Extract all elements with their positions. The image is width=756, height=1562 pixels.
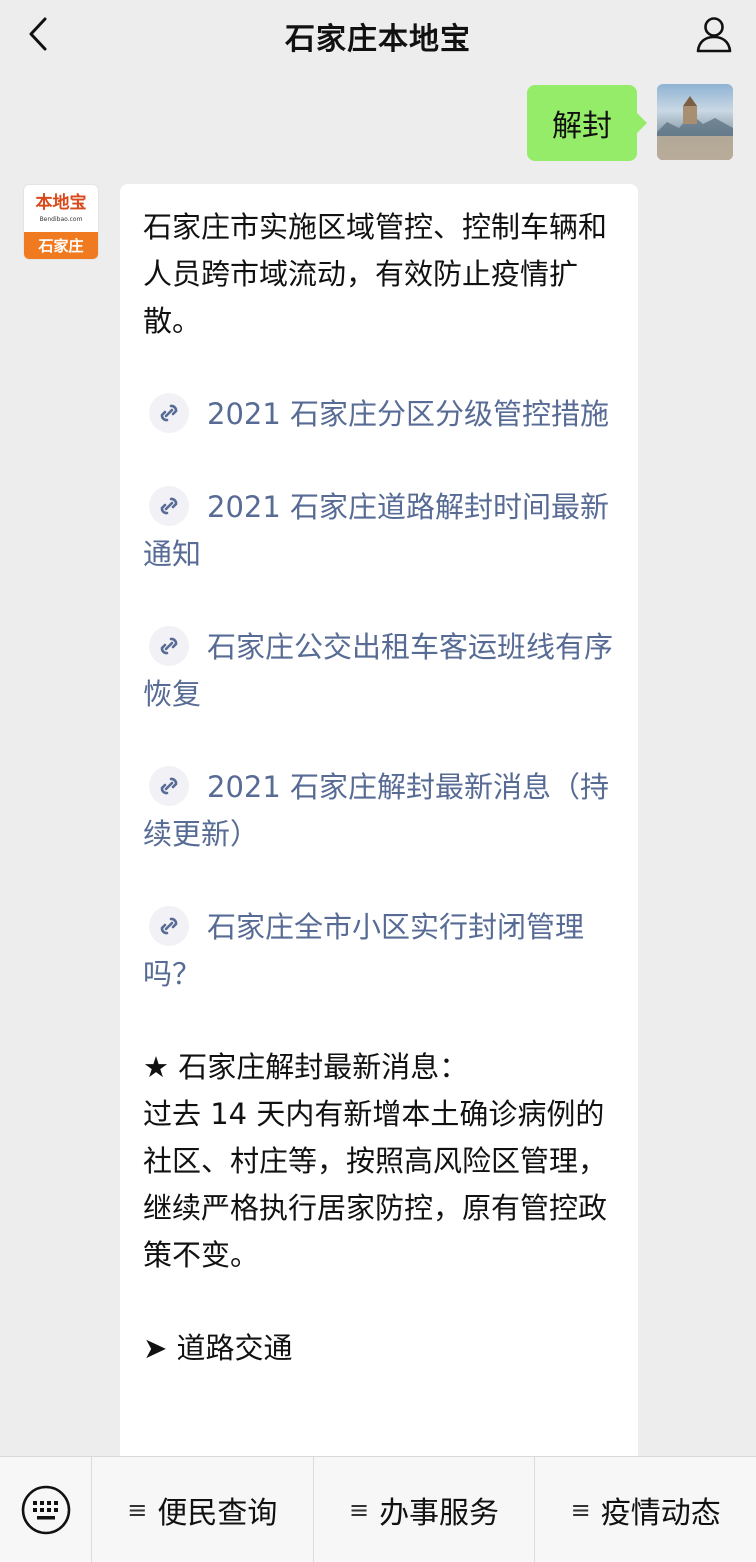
landscape-photo-icon <box>657 96 733 160</box>
menu-item-services[interactable]: ≡ 办事服务 <box>314 1456 536 1562</box>
my-message-bubble[interactable]: 解封 <box>527 85 647 161</box>
mini-program-link-icon <box>149 626 189 666</box>
news-heading: ★ 石家庄解封最新消息： <box>143 1050 469 1084</box>
article-link[interactable]: 石家庄公交出租车客运班线有序恢复 <box>143 624 616 718</box>
menu-item-epidemic-news[interactable]: ≡ 疫情动态 <box>535 1457 756 1562</box>
profile-button[interactable] <box>692 12 736 56</box>
bottom-menu-bar: ≡ 便民查询 ≡ 办事服务 ≡ 疫情动态 <box>0 1456 756 1562</box>
logo: 本地宝 Bendibao.com <box>35 193 87 223</box>
menu-icon: ≡ <box>348 1495 370 1524</box>
menu-item-convenience-query[interactable]: ≡ 便民查询 <box>92 1456 314 1562</box>
article-link-text: 2021 石家庄解封最新消息（持续更新） <box>143 770 610 851</box>
mini-program-link-icon <box>149 906 189 946</box>
user-avatar[interactable] <box>657 84 733 160</box>
article-link[interactable]: 2021 石家庄解封最新消息（持续更新） <box>143 764 616 858</box>
article-link[interactable]: 2021 石家庄道路解封时间最新通知 <box>143 484 616 578</box>
menu-item-label: 便民查询 <box>157 1495 278 1531</box>
keyboard-icon <box>21 1485 70 1534</box>
article-link-text: 石家庄公交出租车客运班线有序恢复 <box>143 630 614 711</box>
back-button[interactable] <box>18 14 58 54</box>
keyboard-toggle-button[interactable] <box>0 1456 92 1562</box>
article-link-text: 2021 石家庄道路解封时间最新通知 <box>143 490 610 571</box>
article-link-text: 2021 石家庄分区分级管控措施 <box>207 397 610 431</box>
logo-city-band: 石家庄 <box>24 232 98 259</box>
menu-icon: ≡ <box>570 1495 591 1524</box>
mini-program-link-icon <box>149 766 189 806</box>
article-link[interactable]: 石家庄全市小区实行封闭管理吗？ <box>143 904 616 998</box>
menu-item-label: 疫情动态 <box>600 1495 721 1531</box>
person-icon <box>696 17 732 53</box>
mini-program-link-icon <box>149 393 189 433</box>
mini-program-link-icon <box>149 486 189 526</box>
article-link-text: 石家庄全市小区实行封闭管理吗？ <box>143 910 585 991</box>
my-message-text: 解封 <box>552 109 612 144</box>
news-body: 过去 14 天内有新增本土确诊病例的社区、村庄等，按照高风险区管理，继续严格执行… <box>143 1097 608 1272</box>
official-account-avatar[interactable]: 本地宝 Bendibao.com 石家庄 <box>23 184 99 260</box>
section-heading: ➤ 道路交通 <box>143 1331 293 1365</box>
article-link[interactable]: 2021 石家庄分区分级管控措施 <box>143 391 616 438</box>
page-title: 石家庄本地宝 <box>285 22 471 57</box>
menu-item-label: 办事服务 <box>379 1495 500 1531</box>
intro-text: 石家庄市实施区域管控、控制车辆和人员跨市域流动，有效防止疫情扩散。 <box>143 210 608 338</box>
menu-icon: ≡ <box>127 1495 148 1524</box>
chevron-left-icon <box>29 17 47 51</box>
top-navigation-bar: 石家庄本地宝 <box>0 0 756 72</box>
reply-message-bubble: 石家庄市实施区域管控、控制车辆和人员跨市域流动，有效防止疫情扩散。 2021 石… <box>120 184 638 1456</box>
